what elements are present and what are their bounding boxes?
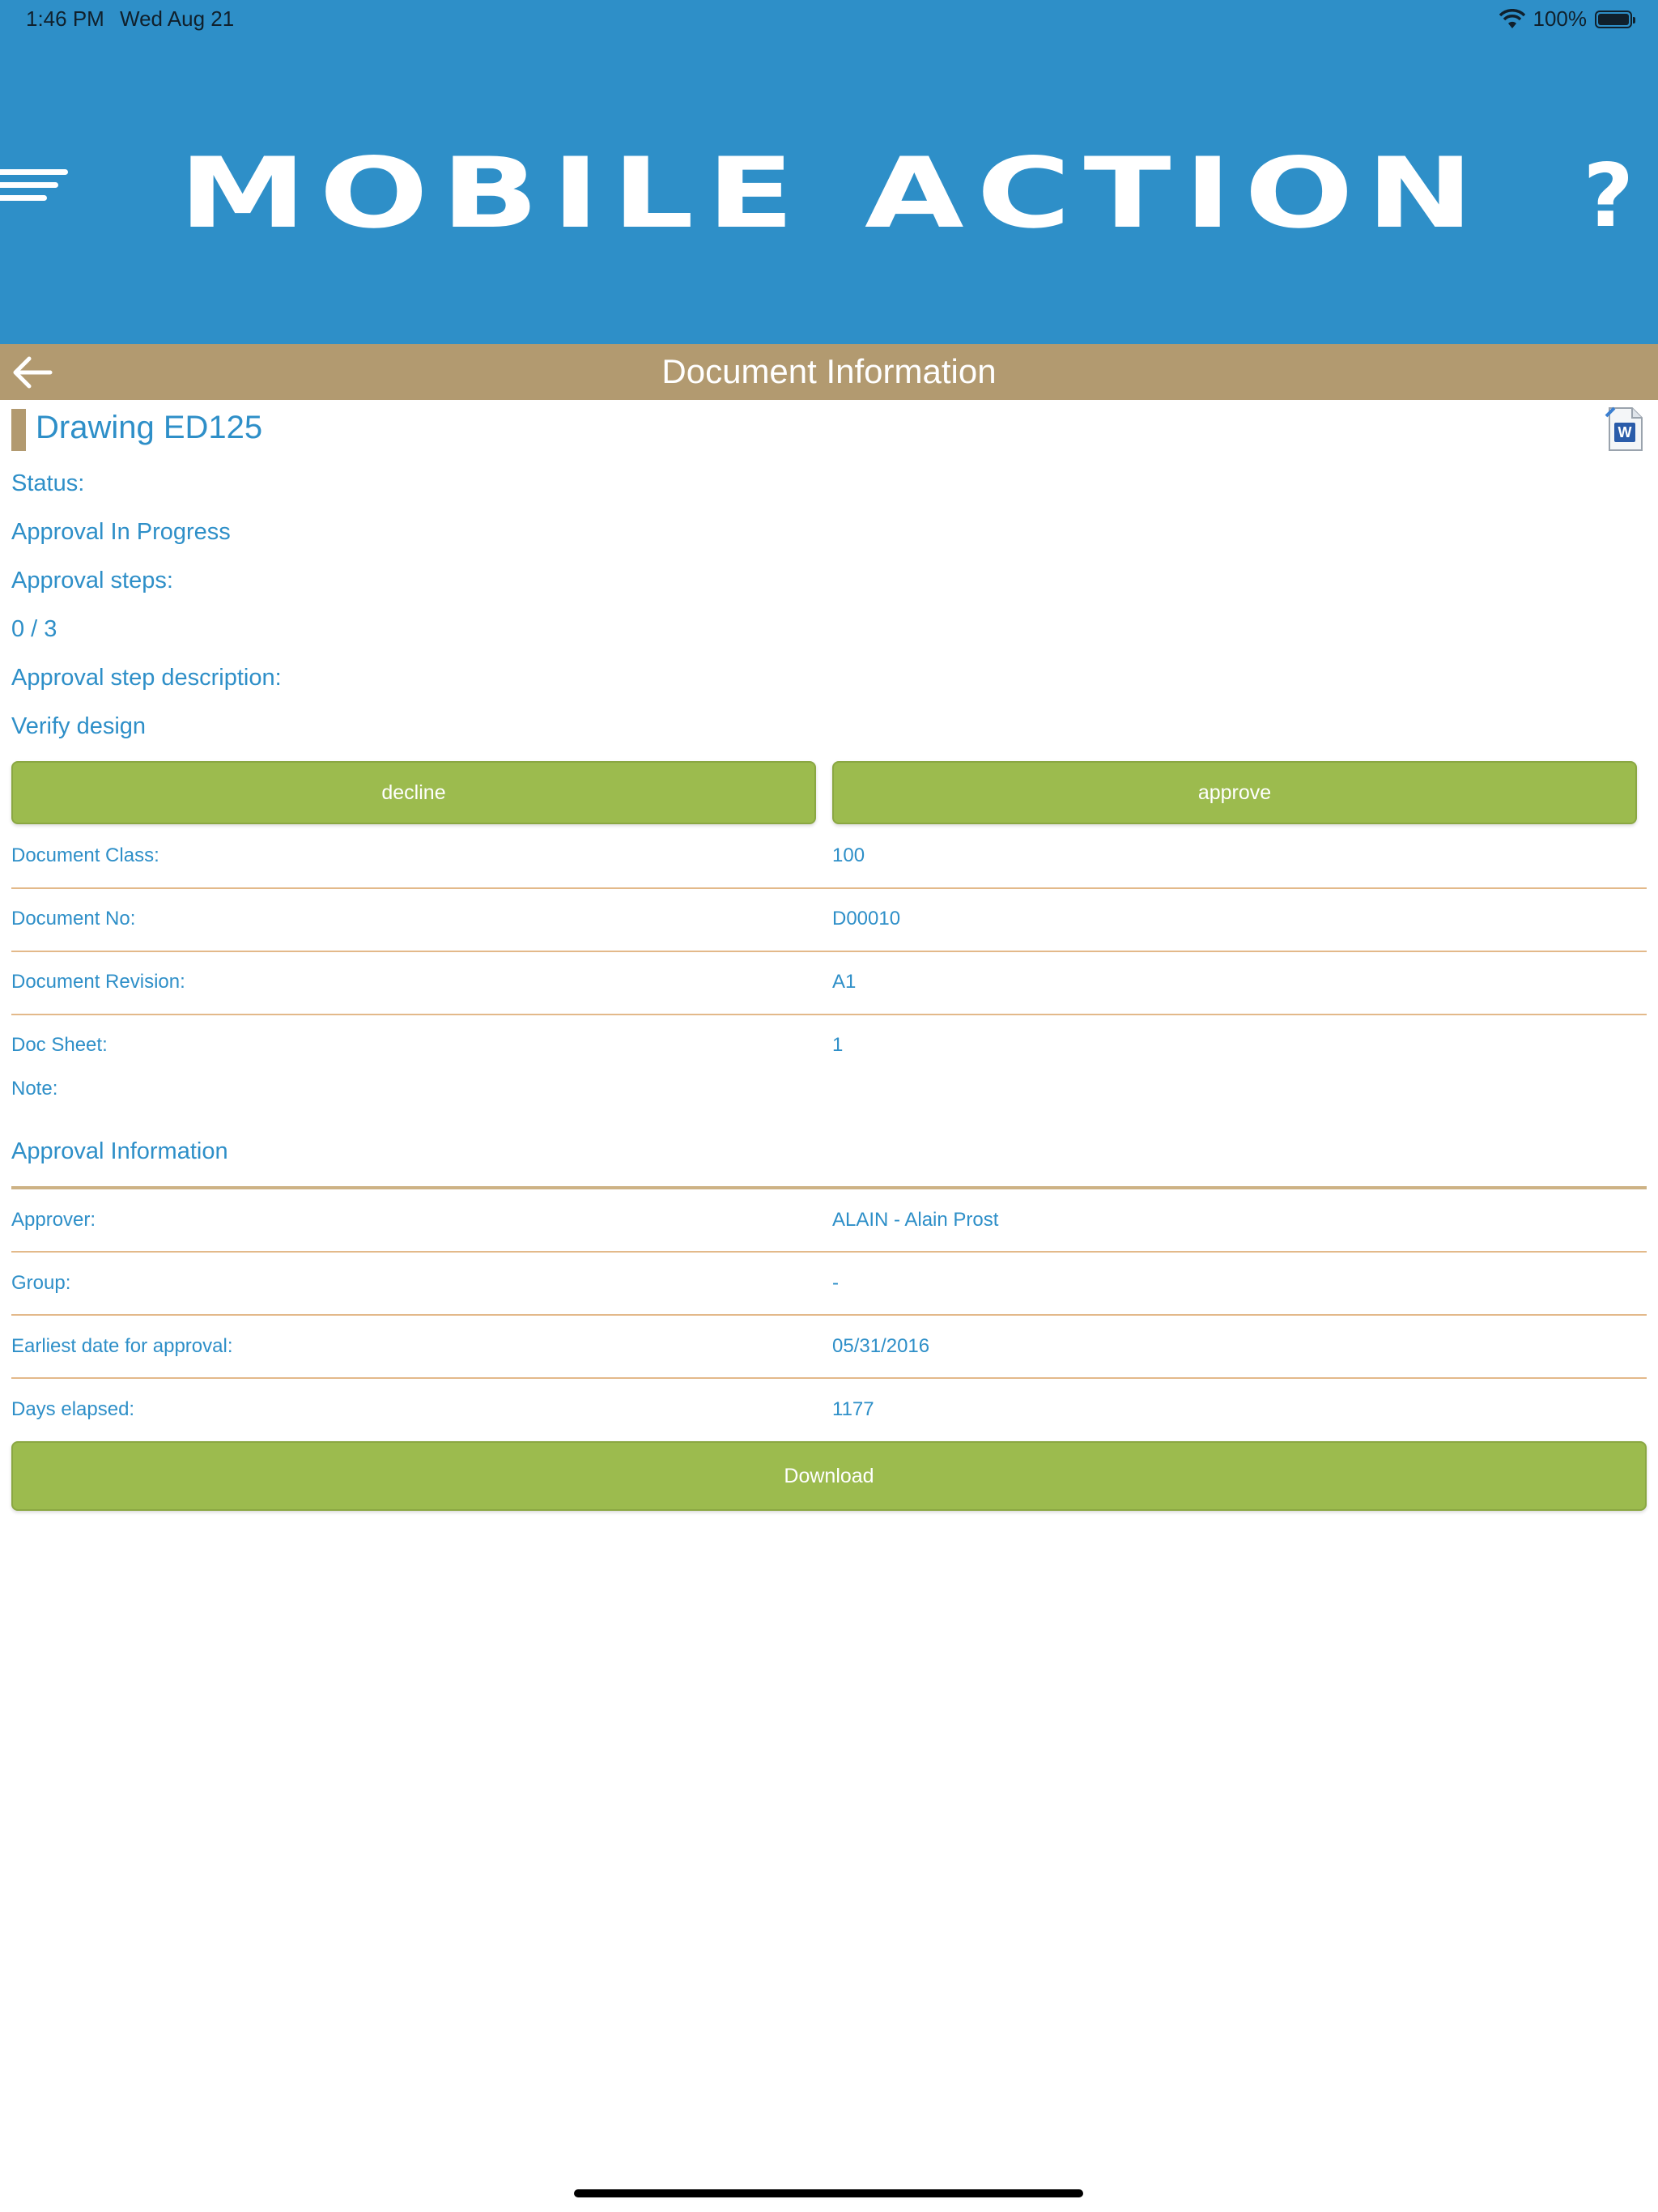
- status-value: Approval In Progress: [11, 519, 231, 545]
- document-revision-value: A1: [832, 971, 857, 993]
- status-date: Wed Aug 21: [120, 6, 235, 31]
- approval-section-title: Approval Information: [11, 1138, 228, 1164]
- divider: [11, 1377, 1647, 1379]
- document-no-label: Document No:: [11, 908, 136, 929]
- days-elapsed-value: 1177: [832, 1398, 874, 1420]
- document-title: Drawing ED125: [36, 410, 263, 445]
- status-time: 1:46 PM: [26, 6, 104, 31]
- note-label: Note:: [11, 1078, 58, 1100]
- days-elapsed-label: Days elapsed:: [11, 1398, 135, 1420]
- word-document-icon[interactable]: W: [1605, 406, 1645, 452]
- help-icon[interactable]: ?: [1583, 146, 1634, 247]
- wifi-icon: [1499, 8, 1525, 28]
- home-indicator[interactable]: [574, 2189, 1083, 2197]
- page-title: Document Information: [661, 352, 997, 390]
- document-revision-label: Document Revision:: [11, 971, 185, 993]
- divider: [11, 1314, 1647, 1316]
- doc-sheet-label: Doc Sheet:: [11, 1034, 108, 1056]
- status-bar: 1:46 PM Wed Aug 21 100%: [0, 0, 1658, 39]
- battery-percent: 100%: [1533, 6, 1588, 31]
- approval-steps-value: 0 / 3: [11, 616, 57, 642]
- step-description-value: Verify design: [11, 713, 147, 739]
- divider: [11, 951, 1647, 952]
- group-label: Group:: [11, 1272, 71, 1294]
- group-value: -: [832, 1272, 839, 1294]
- app-title: MOBILE ACTION: [178, 138, 1487, 250]
- decline-button[interactable]: decline: [11, 761, 816, 824]
- approver-value: ALAIN - Alain Prost: [832, 1209, 999, 1231]
- svg-text:W: W: [1618, 424, 1632, 440]
- document-class-label: Document Class:: [11, 844, 159, 866]
- divider: [11, 1014, 1647, 1015]
- approval-steps-label: Approval steps:: [11, 568, 173, 593]
- divider: [11, 887, 1647, 889]
- document-no-value: D00010: [832, 908, 901, 929]
- battery-icon: [1595, 10, 1635, 28]
- page-header: Document Information: [0, 344, 1658, 400]
- approve-button[interactable]: approve: [832, 761, 1637, 824]
- title-accent-bar: [11, 409, 26, 451]
- step-description-label: Approval step description:: [11, 665, 282, 691]
- status-label: Status:: [11, 470, 85, 496]
- section-divider: [11, 1186, 1647, 1189]
- status-right: 100%: [1499, 6, 1635, 32]
- doc-sheet-value: 1: [832, 1034, 844, 1056]
- approver-label: Approver:: [11, 1209, 96, 1231]
- document-class-value: 100: [832, 844, 865, 866]
- download-button[interactable]: Download: [11, 1441, 1647, 1511]
- app-header: 1:46 PM Wed Aug 21 100% MOBILE ACTION ?: [0, 0, 1658, 344]
- divider: [11, 1251, 1647, 1253]
- earliest-date-label: Earliest date for approval:: [11, 1335, 233, 1357]
- earliest-date-value: 05/31/2016: [832, 1335, 930, 1357]
